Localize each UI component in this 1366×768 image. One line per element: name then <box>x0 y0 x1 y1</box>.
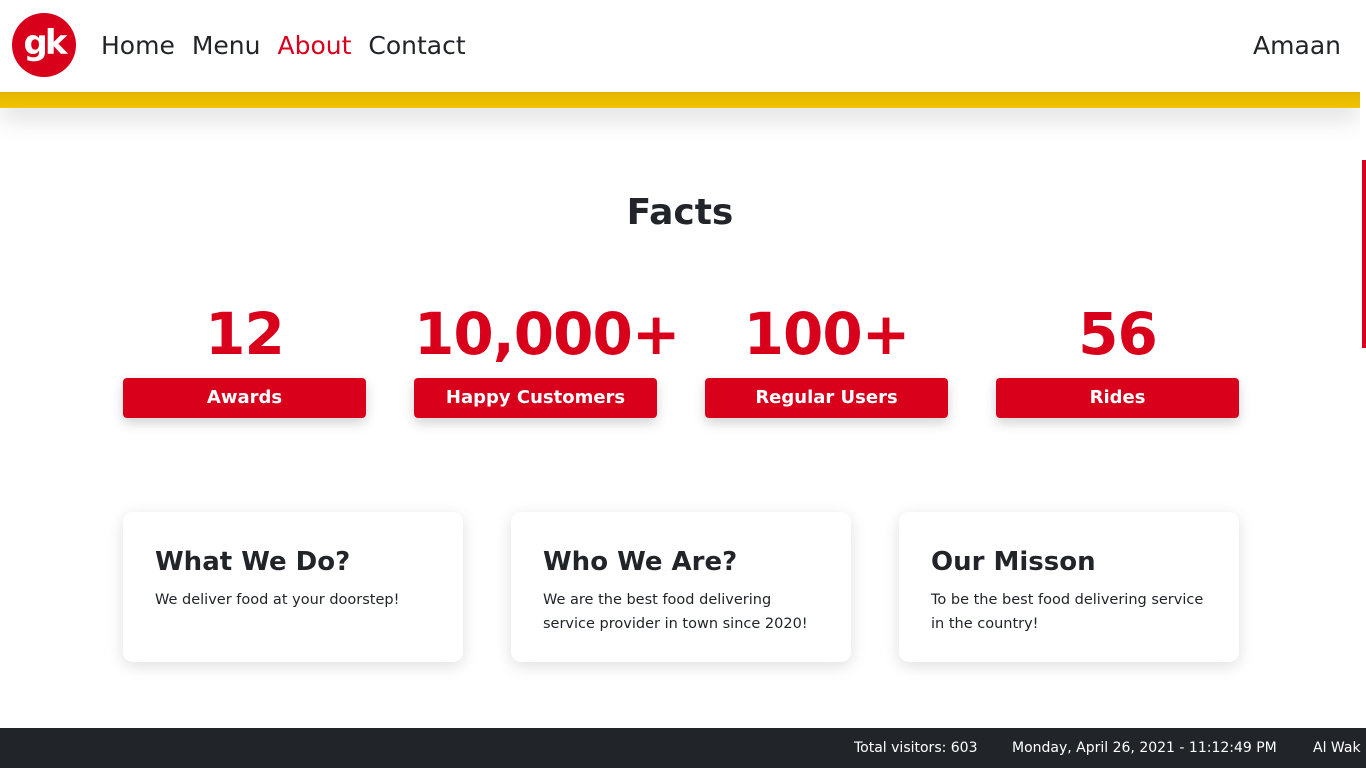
nav-about-link[interactable]: About <box>277 30 351 62</box>
stat-happy-customers: 10,000+ Happy Customers <box>414 298 680 418</box>
brand-logo[interactable]: gk <box>12 13 76 77</box>
scrollbar-thumb[interactable] <box>1362 160 1366 348</box>
main-nav: Home Menu About Contact <box>101 30 466 62</box>
nav-menu-link[interactable]: Menu <box>192 30 261 62</box>
logo-text: gk <box>23 23 68 63</box>
card-title: Our Misson <box>931 547 1096 577</box>
site-footer: Total visitors: 603 Monday, April 26, 20… <box>0 728 1366 768</box>
stat-label-button[interactable]: Happy Customers <box>414 378 657 418</box>
visitor-count: Total visitors: 603 <box>854 740 978 756</box>
facts-heading: Facts <box>626 192 734 233</box>
stat-value: 12 <box>205 300 285 368</box>
stat-value: 10,000+ <box>414 300 680 368</box>
site-header: gk Home Menu About Contact Amaan <box>0 0 1360 92</box>
page-scrollbar[interactable] <box>1360 0 1366 728</box>
stat-rides: 56 Rides <box>996 298 1239 418</box>
user-account-link[interactable]: Amaan <box>1253 30 1341 62</box>
card-title: What We Do? <box>155 547 351 577</box>
card-text: We deliver food at your doorstep! <box>155 592 400 608</box>
card-who-we-are: Who We Are? We are the best food deliver… <box>511 512 851 662</box>
hero-image-strip <box>0 90 1360 108</box>
card-text: To be the best food delivering service i… <box>931 592 1204 632</box>
footer-datetime: Monday, April 26, 2021 - 11:12:49 PM <box>1012 740 1277 756</box>
card-our-mission: Our Misson To be the best food deliverin… <box>899 512 1239 662</box>
card-title: Who We Are? <box>543 547 738 577</box>
stat-label-button[interactable]: Awards <box>123 378 366 418</box>
footer-ticker: Al Wak <box>1313 740 1361 756</box>
stat-value: 100+ <box>743 300 911 368</box>
stat-label-button[interactable]: Regular Users <box>705 378 948 418</box>
nav-home-link[interactable]: Home <box>101 30 175 62</box>
stat-value: 56 <box>1078 300 1158 368</box>
card-text: We are the best food delivering service … <box>543 592 808 632</box>
stat-regular-users: 100+ Regular Users <box>705 298 948 418</box>
nav-contact-link[interactable]: Contact <box>368 30 465 62</box>
page: gk Home Menu About Contact Amaan Facts 1… <box>0 0 1366 768</box>
stat-awards: 12 Awards <box>123 298 366 418</box>
stat-label-button[interactable]: Rides <box>996 378 1239 418</box>
card-what-we-do: What We Do? We deliver food at your door… <box>123 512 463 662</box>
